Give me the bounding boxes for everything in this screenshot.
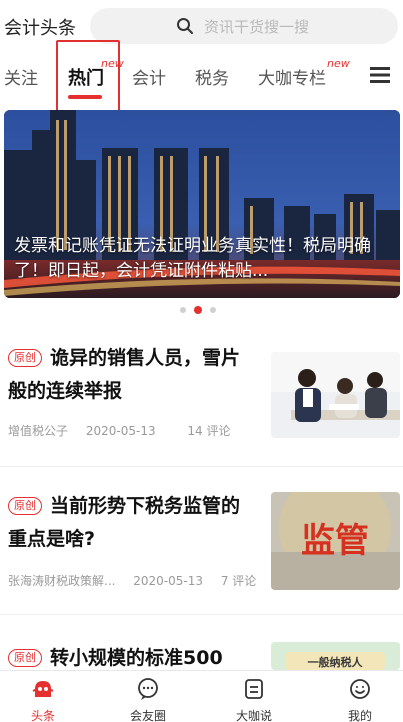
article-title[interactable]: 原创 诡异的销售人员，雪片般的连续举报 <box>8 342 256 408</box>
article-comments: 7 评论 <box>220 574 257 588</box>
nav-expert-talk[interactable]: 大咖说 <box>224 677 284 722</box>
article-author: 张海涛财税政策解... <box>8 574 116 588</box>
menu-icon[interactable] <box>369 66 391 84</box>
original-badge: 原创 <box>8 497 42 515</box>
thumb-text: 一般纳税人 <box>308 655 364 669</box>
carousel-dots <box>180 306 216 314</box>
app-title: 会计头条 <box>4 18 76 39</box>
active-tab-indicator <box>68 95 102 99</box>
nav-label: 我的 <box>347 709 372 722</box>
document-icon <box>245 679 263 699</box>
article-thumbnail[interactable] <box>271 352 400 438</box>
tab-tax[interactable]: 税务 <box>195 64 229 89</box>
article-item[interactable]: 原创 转小规模的标准500 一般纳税人 <box>0 642 403 672</box>
nav-community[interactable]: 会友圈 <box>118 677 178 722</box>
article-item[interactable]: 原创 诡异的销售人员，雪片般的连续举报 增值税公子 2020-05-13 14 评… <box>0 338 403 462</box>
headline-icon <box>32 681 54 697</box>
highlight-box <box>56 40 120 112</box>
original-badge: 原创 <box>8 349 42 367</box>
chat-bubble-icon <box>138 678 158 700</box>
article-thumbnail[interactable]: 监管 <box>271 492 400 590</box>
article-meta: 增值税公子 2020-05-13 14 评论 <box>8 422 245 439</box>
carousel-dot-active[interactable] <box>194 306 202 314</box>
bottom-nav: 头条 会友圈 大咖说 我的 <box>0 670 403 722</box>
article-author: 增值税公子 <box>8 424 69 438</box>
banner-carousel[interactable]: 发票和记账凭证无法证明业务真实性！税局明确了！即日起，会计凭证附件粘贴... <box>4 110 400 298</box>
original-badge: 原创 <box>8 649 42 667</box>
carousel-dot[interactable] <box>210 307 216 313</box>
page: 会计头条 资讯干货搜一搜 关注 热门 会计 税务 大咖专栏 new new 发票… <box>0 0 403 722</box>
article-item[interactable]: 原创 当前形势下税务监管的重点是啥? 张海涛财税政策解... 2020-05-13… <box>0 490 403 614</box>
tab-expert-column[interactable]: 大咖专栏 <box>258 64 326 89</box>
nav-headline[interactable]: 头条 <box>13 677 73 722</box>
nav-mine[interactable]: 我的 <box>330 677 390 722</box>
tab-accounting[interactable]: 会计 <box>132 64 166 89</box>
nav-label: 会友圈 <box>129 709 166 722</box>
carousel-dot[interactable] <box>180 307 186 313</box>
article-comments: 14 评论 <box>187 424 231 438</box>
divider <box>0 466 403 467</box>
nav-label: 大咖说 <box>235 709 272 722</box>
thumb-text: 监管 <box>301 521 369 561</box>
search-placeholder: 资讯干货搜一搜 <box>204 17 310 36</box>
article-date: 2020-05-13 <box>133 574 204 588</box>
profile-icon <box>350 679 370 699</box>
new-badge: new <box>327 57 350 70</box>
search-icon <box>177 18 193 34</box>
article-meta: 张海涛财税政策解... 2020-05-13 7 评论 <box>8 572 270 589</box>
divider <box>0 614 403 615</box>
article-title[interactable]: 原创 当前形势下税务监管的重点是啥? <box>8 490 256 556</box>
article-thumbnail[interactable]: 一般纳税人 <box>271 642 400 670</box>
search-bar[interactable]: 资讯干货搜一搜 <box>90 8 398 44</box>
article-date: 2020-05-13 <box>85 424 156 438</box>
banner-caption: 发票和记账凭证无法证明业务真实性！税局明确了！即日起，会计凭证附件粘贴... <box>14 236 371 281</box>
tab-follow[interactable]: 关注 <box>4 64 38 89</box>
nav-label: 头条 <box>30 709 55 722</box>
